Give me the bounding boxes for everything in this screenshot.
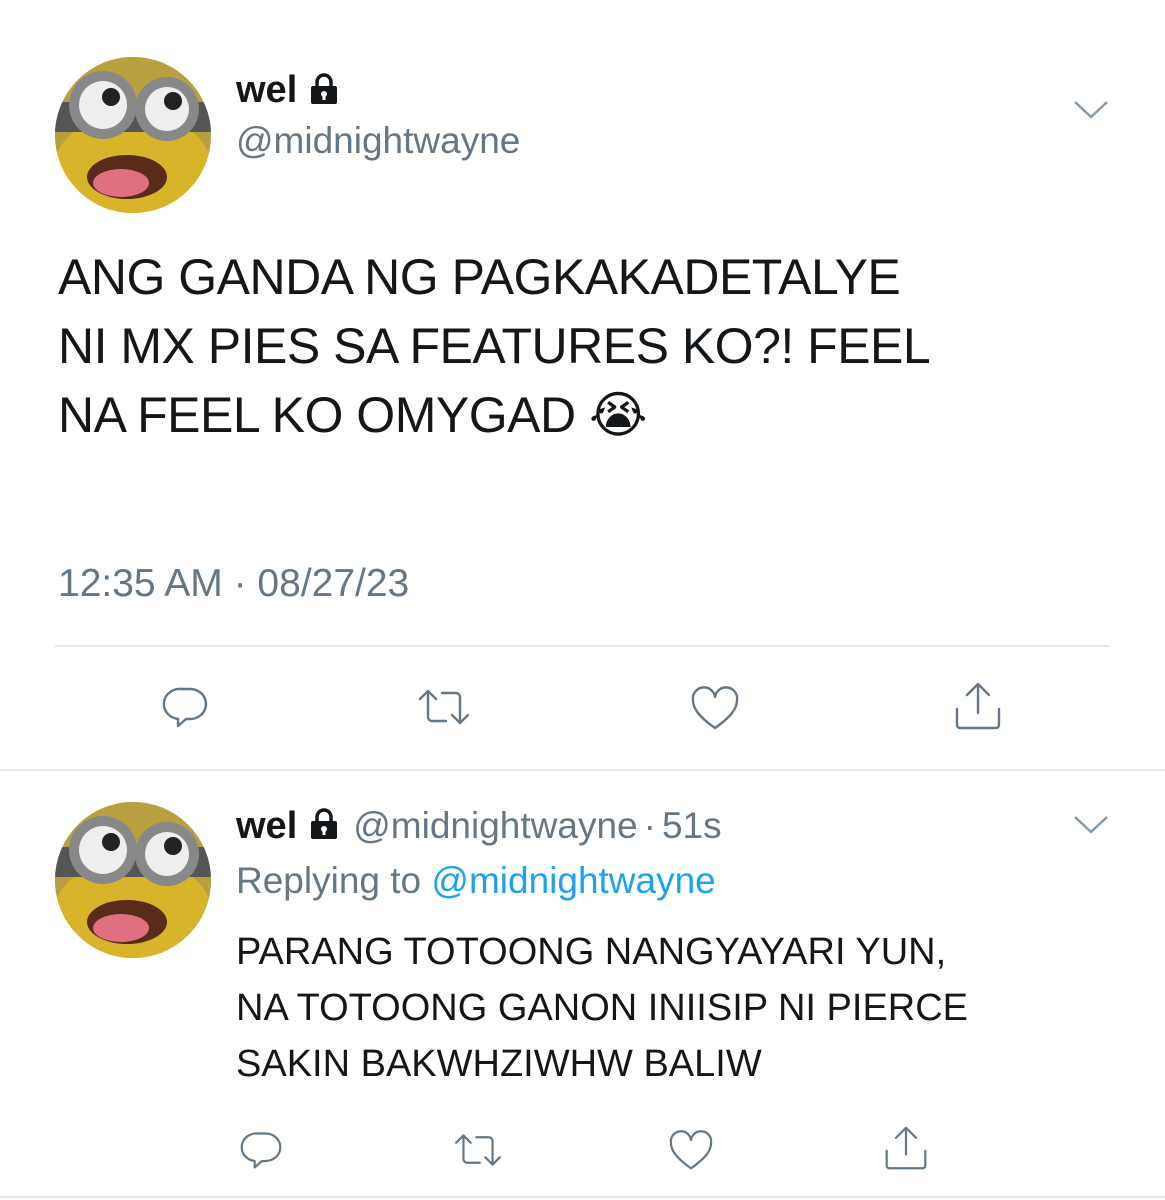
heart-icon <box>669 1130 713 1170</box>
author-row: wel <box>236 68 341 112</box>
reply-text: PARANG TOTOONG NANGYAYARI YUN, NA TOTOON… <box>236 924 1136 1092</box>
separator-dot: · <box>643 805 656 846</box>
reply-text-line: SAKIN BAKWHZIWHW BALIW <box>236 1043 762 1085</box>
tweet-menu-chevron[interactable] <box>1072 813 1110 842</box>
lock-icon <box>307 807 341 846</box>
tweet-text-last-line: NA FEEL KO OMYGAD 😭 <box>58 381 1118 450</box>
section-divider <box>0 769 1165 771</box>
tweet-text: ANG GANDA NG PAGKAKADETALYE NI MX PIES S… <box>58 243 1118 450</box>
retweet-button[interactable] <box>418 685 470 734</box>
share-button[interactable] <box>883 1125 929 1176</box>
reply-text-line: NA TOTOONG GANON INIISIP NI PIERCE <box>236 987 969 1029</box>
tweet-text-line: NA FEEL KO OMYGAD <box>58 387 576 443</box>
tweet-age[interactable]: 51s <box>662 805 722 847</box>
reply-author-row: wel @midnightwayne · 51s <box>236 804 722 848</box>
retweet-icon <box>455 1134 501 1166</box>
reply-button[interactable] <box>240 1128 284 1177</box>
heart-icon <box>691 686 739 730</box>
chevron-down-icon <box>1074 816 1108 834</box>
share-icon <box>955 682 1001 730</box>
tweet-text-line: NI MX PIES SA FEATURES KO?! FEEL <box>58 318 931 374</box>
reply-icon <box>162 687 208 728</box>
share-icon <box>885 1126 927 1170</box>
display-name[interactable]: wel <box>236 69 297 112</box>
tweet-text-line: ANG GANDA NG PAGKAKADETALYE <box>58 249 901 305</box>
avatar[interactable] <box>55 802 211 958</box>
retweet-icon <box>418 689 470 725</box>
tweet-menu-chevron[interactable] <box>1072 98 1110 127</box>
replying-to: Replying to @midnightwayne <box>236 860 716 902</box>
crying-emoji: 😭 <box>588 387 647 443</box>
divider <box>55 645 1110 647</box>
replying-to-link[interactable]: @midnightwayne <box>431 860 715 901</box>
display-name[interactable]: wel <box>236 805 297 848</box>
handle[interactable]: @midnightwayne <box>236 120 520 162</box>
avatar[interactable] <box>55 57 211 213</box>
bottom-divider <box>0 1196 1165 1198</box>
share-button[interactable] <box>953 681 1003 736</box>
timestamp[interactable]: 12:35 AM · 08/27/23 <box>58 562 409 606</box>
lock-icon <box>307 72 341 111</box>
retweet-button[interactable] <box>454 1130 502 1175</box>
replying-to-label: Replying to <box>236 860 422 901</box>
handle[interactable]: @midnightwayne <box>353 805 637 847</box>
like-button[interactable] <box>668 1130 714 1177</box>
chevron-down-icon <box>1074 101 1108 119</box>
reply-text-line: PARANG TOTOONG NANGYAYARI YUN, <box>236 931 947 973</box>
reply-button[interactable] <box>162 683 210 736</box>
reply-icon <box>240 1132 282 1169</box>
like-button[interactable] <box>690 686 740 737</box>
